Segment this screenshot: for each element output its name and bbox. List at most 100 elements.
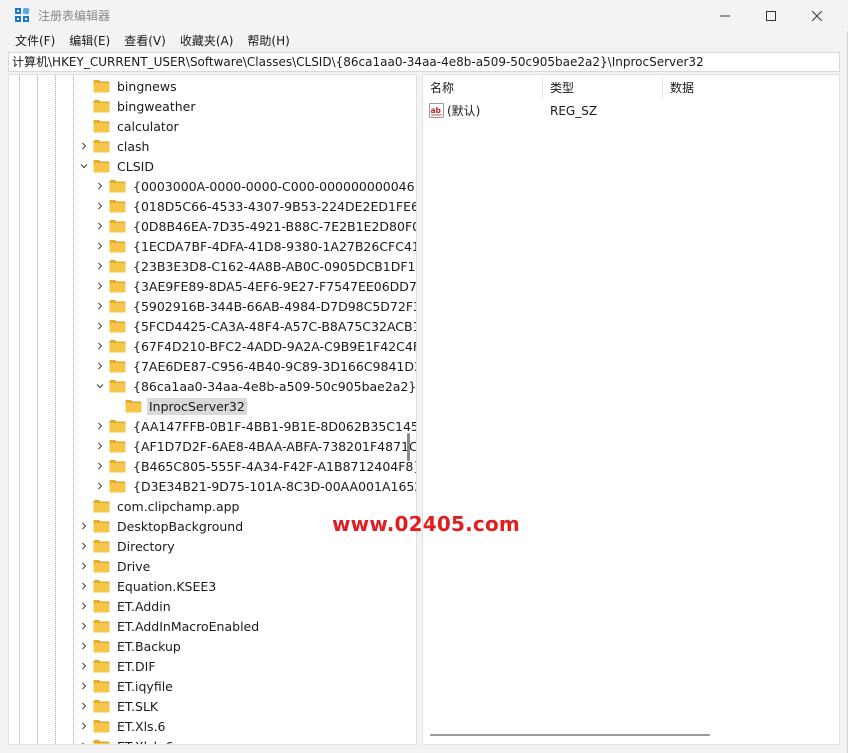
chevron-right-icon[interactable]	[93, 256, 107, 276]
window-title: 注册表编辑器	[38, 9, 111, 23]
title-bar[interactable]: 注册表编辑器	[0, 0, 848, 31]
chevron-right-icon[interactable]	[77, 676, 91, 696]
tree-item-label: ET.Backup	[117, 638, 181, 654]
tree-item[interactable]: {5FCD4425-CA3A-48F4-A57C-B8A75C32ACB1}	[93, 316, 416, 336]
menu-help[interactable]: 帮助(H)	[240, 31, 296, 51]
tree-item[interactable]: bingnews	[77, 76, 179, 96]
chevron-right-icon[interactable]	[93, 296, 107, 316]
tree-item[interactable]: {AA147FFB-0B1F-4BB1-9B1E-8D062B35C145}	[93, 416, 416, 436]
tree-item[interactable]: ET.iqyfile	[77, 676, 175, 696]
column-header-type[interactable]: 类型	[543, 75, 661, 101]
value-row[interactable]: ab (默认) REG_SZ	[423, 101, 839, 121]
tree-item[interactable]: InprocServer32	[109, 396, 247, 416]
tree-item[interactable]: Equation.KSEE3	[77, 576, 218, 596]
tree-item[interactable]: ET.Xlsb.6	[77, 736, 175, 744]
folder-icon	[109, 339, 126, 353]
folder-icon	[109, 239, 126, 253]
chevron-right-icon[interactable]	[77, 616, 91, 636]
tree-item[interactable]: {67F4D210-BFC2-4ADD-9A2A-C9B9E1F42C4F}	[93, 336, 416, 356]
tree-item[interactable]: ET.DIF	[77, 656, 158, 676]
tree-item[interactable]: ET.Backup	[77, 636, 183, 656]
chevron-right-icon[interactable]	[93, 356, 107, 376]
chevron-right-icon[interactable]	[77, 556, 91, 576]
chevron-right-icon[interactable]	[93, 276, 107, 296]
chevron-right-icon[interactable]	[93, 416, 107, 436]
chevron-right-icon[interactable]	[93, 236, 107, 256]
list-horizontal-scrollbar[interactable]	[430, 734, 710, 736]
chevron-right-icon[interactable]	[77, 696, 91, 716]
tree-item[interactable]: bingweather	[77, 96, 198, 116]
chevron-right-icon[interactable]	[77, 656, 91, 676]
chevron-right-icon[interactable]	[77, 136, 91, 156]
folder-icon	[93, 719, 110, 733]
tree-item-label: Drive	[117, 558, 151, 574]
tree-item[interactable]: {0D8B46EA-7D35-4921-B88C-7E2B1E2D80F0}	[93, 216, 416, 236]
tree-item[interactable]: {AF1D7D2F-6AE8-4BAA-ABFA-738201F4871C}	[93, 436, 417, 456]
chevron-right-icon[interactable]	[93, 456, 107, 476]
tree-item-label: {86ca1aa0-34aa-4e8b-a509-50c905bae2a2}	[133, 378, 417, 394]
key-tree-pane[interactable]: bingnews bingweather calculator clash CLSID {…	[8, 74, 417, 745]
tree-item[interactable]: {3AE9FE89-8DA5-4EF6-9E27-F7547EE06DD7}	[93, 276, 416, 296]
tree-item[interactable]: CLSID	[77, 156, 156, 176]
address-bar[interactable]: 计算机\HKEY_CURRENT_USER\Software\Classes\C…	[8, 52, 840, 72]
chevron-right-icon[interactable]	[93, 176, 107, 196]
tree-item[interactable]: {86ca1aa0-34aa-4e8b-a509-50c905bae2a2}	[93, 376, 417, 396]
tree-item[interactable]: ET.Addin	[77, 596, 173, 616]
tree-scrollbar-thumb[interactable]	[407, 433, 410, 461]
chevron-right-icon[interactable]	[93, 316, 107, 336]
tree-item[interactable]: calculator	[77, 116, 181, 136]
maximize-button[interactable]	[748, 0, 794, 31]
chevron-right-icon[interactable]	[93, 476, 107, 496]
menu-favorites[interactable]: 收藏夹(A)	[173, 31, 241, 51]
tree-item[interactable]: Directory	[77, 536, 177, 556]
chevron-down-icon[interactable]	[77, 156, 91, 176]
tree-item[interactable]: {018D5C66-4533-4307-9B53-224DE2ED1FE6}	[93, 196, 416, 216]
folder-icon	[109, 459, 126, 473]
tree-item[interactable]: ET.Xls.6	[77, 716, 168, 736]
tree-item[interactable]: DesktopBackground	[77, 516, 245, 536]
tree-item[interactable]: {23B3E3D8-C162-4A8B-AB0C-0905DCB1DF19}	[93, 256, 416, 276]
chevron-right-icon[interactable]	[77, 716, 91, 736]
tree-item[interactable]: ET.SLK	[77, 696, 160, 716]
values-list-pane[interactable]: 名称 类型 数据 ab (默认) REG_SZ	[422, 74, 840, 745]
string-value-icon: ab	[429, 103, 444, 118]
tree-item[interactable]: com.clipchamp.app	[77, 496, 242, 516]
tree-item[interactable]: {1ECDA7BF-4DFA-41D8-9380-1A27B26CFC41}	[93, 236, 416, 256]
chevron-right-icon[interactable]	[93, 436, 107, 456]
tree-item-label: CLSID	[117, 158, 154, 174]
tree-item-label: ET.Xls.6	[117, 718, 166, 734]
tree-item[interactable]: {D3E34B21-9D75-101A-8C3D-00AA001A1652}	[93, 476, 416, 496]
chevron-right-icon[interactable]	[77, 536, 91, 556]
tree-item[interactable]: clash	[77, 136, 151, 156]
chevron-right-icon[interactable]	[93, 336, 107, 356]
tree-item[interactable]: {5902916B-344B-66AB-4984-D7D98C5D72F3}	[93, 296, 416, 316]
tree-item[interactable]: {0003000A-0000-0000-C000-000000000046}	[93, 176, 417, 196]
menu-file[interactable]: 文件(F)	[8, 31, 62, 51]
tree-item-label: {0003000A-0000-0000-C000-000000000046}	[133, 178, 417, 194]
folder-icon	[93, 579, 110, 593]
folder-icon	[109, 319, 126, 333]
tree-item-label: {AF1D7D2F-6AE8-4BAA-ABFA-738201F4871C}	[133, 438, 417, 454]
chevron-right-icon[interactable]	[77, 576, 91, 596]
folder-icon	[93, 639, 110, 653]
minimize-button[interactable]	[702, 0, 748, 31]
chevron-right-icon[interactable]	[77, 516, 91, 536]
close-button[interactable]	[794, 0, 840, 31]
tree-item[interactable]: Drive	[77, 556, 152, 576]
tree-item[interactable]: {B465C805-555F-4A34-F42F-A1B8712404F8}	[93, 456, 417, 476]
column-header-data[interactable]: 数据	[663, 75, 833, 101]
chevron-right-icon[interactable]	[77, 596, 91, 616]
chevron-right-icon[interactable]	[93, 216, 107, 236]
menu-view[interactable]: 查看(V)	[117, 31, 173, 51]
chevron-down-icon[interactable]	[93, 376, 107, 396]
chevron-right-icon[interactable]	[93, 196, 107, 216]
chevron-right-icon[interactable]	[77, 636, 91, 656]
column-header-name[interactable]: 名称	[423, 75, 541, 101]
tree-item-label: {B465C805-555F-4A34-F42F-A1B8712404F8}	[133, 458, 417, 474]
chevron-right-icon[interactable]	[77, 736, 91, 744]
tree-item[interactable]: ET.AddInMacroEnabled	[77, 616, 261, 636]
tree-item[interactable]: {7AE6DE87-C956-4B40-9C89-3D166C9841D3}	[93, 356, 416, 376]
menu-edit[interactable]: 编辑(E)	[62, 31, 117, 51]
registry-editor-window: 注册表编辑器 文件(F) 编辑(E) 查看(V) 收藏夹(A) 帮助(H) 计算…	[0, 0, 848, 753]
